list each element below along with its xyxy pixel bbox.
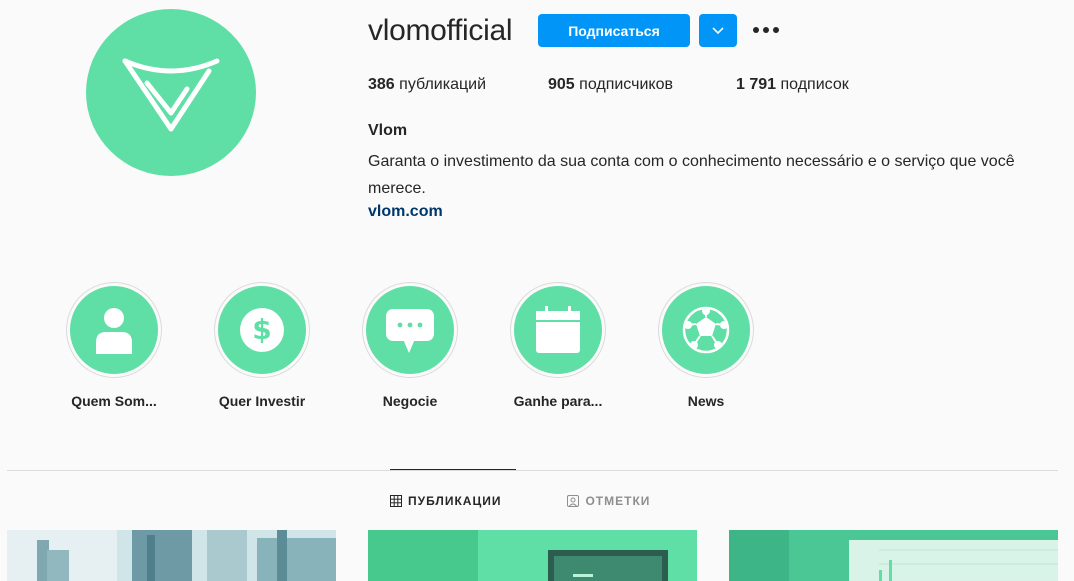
- more-dot: [763, 27, 769, 33]
- highlight-item[interactable]: Ganhe para...: [484, 282, 632, 409]
- posts-count: 386: [368, 76, 395, 93]
- following-label: подписок: [776, 76, 849, 93]
- highlight-ring: [510, 282, 606, 378]
- post-thumbnail[interactable]: [7, 530, 336, 581]
- posts-stat: 386 публикаций: [368, 76, 548, 94]
- calendar-icon: [536, 306, 580, 353]
- highlight-item[interactable]: Quem Som...: [40, 282, 188, 409]
- post-image: [368, 530, 697, 581]
- followers-count: 905: [548, 76, 575, 93]
- highlight-cover: [514, 286, 602, 374]
- posts-grid: [7, 530, 1058, 581]
- chat-bubble-icon: [386, 309, 434, 353]
- highlight-label: Quem Som...: [71, 393, 157, 409]
- tab-tagged-label: ОТМЕТКИ: [585, 494, 651, 508]
- highlight-cover: [662, 286, 750, 374]
- following-count: 1 791: [736, 76, 777, 93]
- active-tab-indicator: [390, 469, 516, 470]
- globe-network-icon: [682, 306, 730, 354]
- profile-stats: 386 публикаций 905 подписчиков 1 791 под…: [368, 76, 849, 94]
- highlight-item[interactable]: News: [632, 282, 780, 409]
- more-options-button[interactable]: [751, 18, 781, 42]
- highlight-label: Negocie: [382, 393, 438, 409]
- following-stat[interactable]: 1 791 подписок: [736, 76, 849, 94]
- highlight-cover: [366, 286, 454, 374]
- tab-posts[interactable]: ПУБЛИКАЦИИ: [390, 494, 501, 508]
- suggestions-dropdown-button[interactable]: [699, 14, 737, 47]
- post-image: [7, 530, 336, 581]
- profile-avatar[interactable]: [86, 9, 256, 176]
- followers-stat[interactable]: 905 подписчиков: [548, 76, 736, 94]
- tabs-divider: [7, 470, 1058, 471]
- highlight-cover: $: [218, 286, 306, 374]
- chevron-down-icon: [712, 26, 724, 34]
- post-thumbnail[interactable]: [368, 530, 697, 581]
- highlight-item[interactable]: Negocie: [336, 282, 484, 409]
- highlight-ring: [658, 282, 754, 378]
- svg-text:$: $: [252, 313, 271, 346]
- person-icon: [96, 308, 132, 354]
- vlom-logo-icon: [122, 58, 220, 131]
- highlight-ring: [362, 282, 458, 378]
- post-image: [729, 530, 1058, 581]
- tagged-user-icon: [567, 495, 580, 507]
- highlight-label: Quer Investir: [218, 393, 306, 409]
- highlight-item[interactable]: $ Quer Investir: [188, 282, 336, 409]
- highlight-label: Ganhe para...: [513, 393, 603, 409]
- more-dot: [773, 27, 779, 33]
- more-dots-icon: [753, 27, 759, 33]
- highlight-cover: [70, 286, 158, 374]
- profile-tabs: ПУБЛИКАЦИИ ОТМЕТКИ: [390, 494, 650, 508]
- post-thumbnail[interactable]: [729, 530, 1058, 581]
- posts-label: публикаций: [394, 76, 486, 93]
- highlight-ring: $: [214, 282, 310, 378]
- highlight-label: News: [687, 393, 725, 409]
- tab-posts-label: ПУБЛИКАЦИИ: [408, 494, 502, 508]
- profile-website-link[interactable]: vlom.com: [368, 203, 443, 221]
- profile-username: vlomofficial: [368, 14, 513, 47]
- follow-button[interactable]: Подписаться: [538, 14, 690, 47]
- highlight-ring: [66, 282, 162, 378]
- followers-label: подписчиков: [574, 76, 673, 93]
- profile-full-name: Vlom: [368, 122, 408, 139]
- grid-icon: [390, 495, 402, 507]
- tab-tagged[interactable]: ОТМЕТКИ: [567, 494, 650, 508]
- profile-bio: Garanta o investimento da sua conta com …: [368, 153, 1015, 197]
- story-highlights: Quem Som... $ Quer Investir Negocie Ganh…: [40, 282, 780, 409]
- dollar-icon: $: [240, 308, 284, 352]
